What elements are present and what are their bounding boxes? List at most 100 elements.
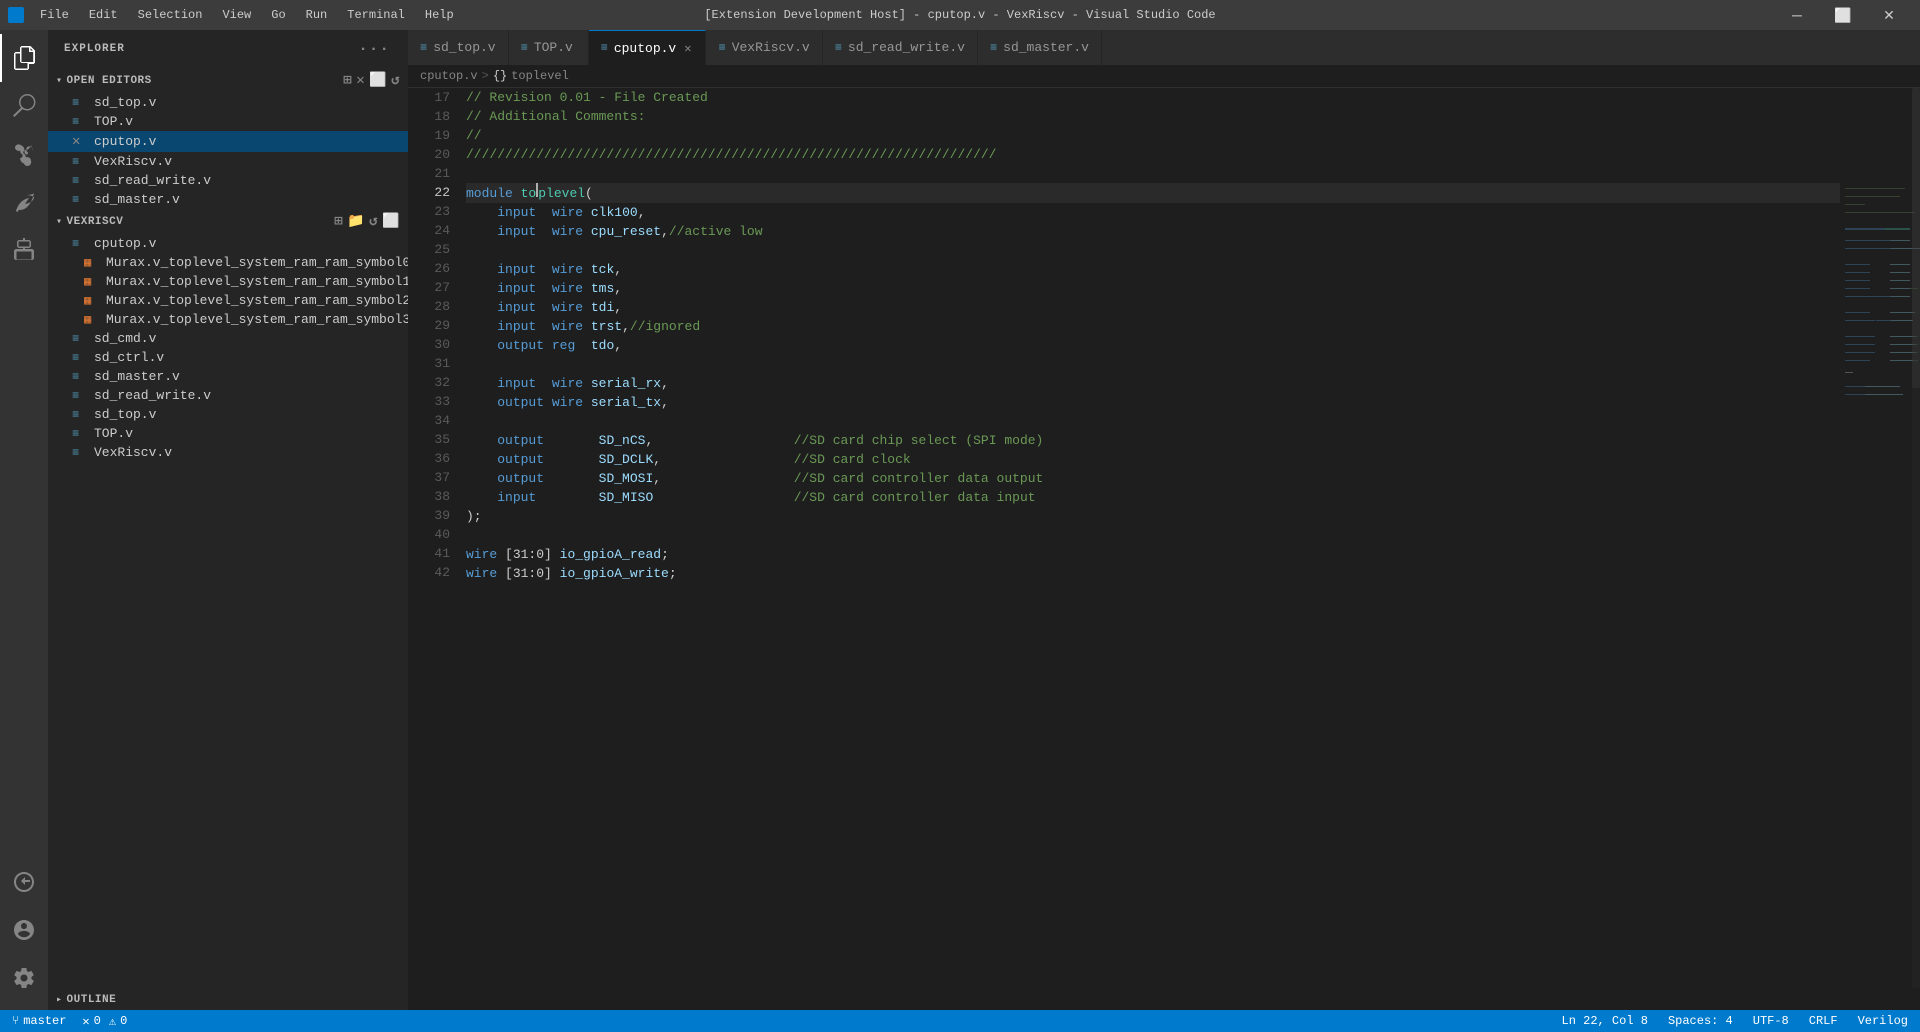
menu-edit[interactable]: Edit: [81, 6, 126, 24]
outline-header[interactable]: ▸ OUTLINE: [48, 990, 408, 1010]
breadcrumb-sep1: >: [482, 69, 489, 83]
close-all-icon[interactable]: ✕: [356, 72, 365, 89]
code-line-23: input wire clk100 ,: [466, 203, 1840, 222]
open-editor-vexriscv[interactable]: ≡ VexRiscv.v: [48, 152, 408, 171]
file-sd-read-write[interactable]: ≡ sd_read_write.v: [48, 386, 408, 405]
branch-icon: ⑂: [12, 1014, 19, 1028]
keyword-input: input: [497, 222, 536, 241]
collapse-icon[interactable]: ⬜: [369, 72, 387, 89]
file-symbol2[interactable]: ▦ Murax.v_toplevel_system_ram_ram_symbol…: [48, 291, 408, 310]
code-line-19: //: [466, 126, 1840, 145]
code-line-30: output reg tdo ,: [466, 336, 1840, 355]
new-folder-icon[interactable]: 📁: [347, 213, 365, 230]
punct: (: [585, 184, 593, 203]
keyword-wire: wire: [552, 298, 583, 317]
tab-sd-master[interactable]: ≡ sd_master.v: [978, 30, 1102, 65]
spaces: [544, 469, 599, 488]
code-content[interactable]: // Revision 0.01 - File Created // Addit…: [458, 88, 1840, 1010]
menu-terminal[interactable]: Terminal: [339, 6, 413, 24]
activity-accounts[interactable]: [0, 906, 48, 954]
tab-cputop[interactable]: ≡ cputop.v ✕: [589, 30, 707, 65]
tab-sd-read-write[interactable]: ≡ sd_read_write.v: [823, 30, 978, 65]
signal-name: tck: [591, 260, 614, 279]
open-editor-top[interactable]: ≡ TOP.v: [48, 112, 408, 131]
file-cputop[interactable]: ≡ cputop.v: [48, 234, 408, 253]
punct: ,: [622, 317, 630, 336]
file-sd-master[interactable]: ≡ sd_master.v: [48, 367, 408, 386]
collapse-folder-icon[interactable]: ⬜: [382, 213, 400, 230]
open-editor-label: sd_top.v: [94, 95, 156, 110]
menu-help[interactable]: Help: [417, 6, 462, 24]
status-line-ending[interactable]: CRLF: [1805, 1014, 1842, 1028]
tab-sd-top[interactable]: ≡ sd_top.v: [408, 30, 509, 65]
save-all-icon[interactable]: ⊞: [343, 72, 352, 89]
file-symbol1[interactable]: ▦ Murax.v_toplevel_system_ram_ram_symbol…: [48, 272, 408, 291]
menu-run[interactable]: Run: [298, 6, 336, 24]
status-position[interactable]: Ln 22, Col 8: [1558, 1014, 1652, 1028]
refresh-icon[interactable]: ↺: [391, 72, 400, 89]
status-language[interactable]: Verilog: [1854, 1014, 1912, 1028]
spaces2: [653, 431, 793, 450]
tab-close-icon[interactable]: ✕: [682, 39, 693, 58]
close-button[interactable]: ✕: [1866, 0, 1912, 30]
file-sd-ctrl[interactable]: ≡ sd_ctrl.v: [48, 348, 408, 367]
tab-top[interactable]: ≡ TOP.v: [509, 30, 589, 65]
new-file-icon[interactable]: ⊞: [334, 213, 343, 230]
status-spaces[interactable]: Spaces: 4: [1664, 1014, 1737, 1028]
status-errors[interactable]: ✕ 0 ⚠ 0: [78, 1014, 131, 1029]
activity-source-control[interactable]: [0, 130, 48, 178]
line-numbers: 17 18 19 20 21 22 23 24 25 26 27 28 29 3…: [408, 88, 458, 1010]
activity-bar-bottom: [0, 858, 48, 1010]
title-bar-menu: File Edit Selection View Go Run Terminal…: [32, 6, 462, 24]
punct: ,: [653, 469, 661, 488]
open-editor-label: sd_master.v: [94, 192, 180, 207]
sidebar-more-actions[interactable]: ···: [356, 38, 392, 60]
vexriscv-header[interactable]: ▾ VEXRISCV ⊞ 📁 ↺ ⬜: [48, 209, 408, 234]
open-editor-cputop[interactable]: ✕ cputop.v: [48, 131, 408, 152]
activity-search[interactable]: [0, 82, 48, 130]
open-editors-section: ▾ OPEN EDITORS ⊞ ✕ ⬜ ↺ ≡ sd_top.v ≡ TOP.…: [48, 68, 408, 209]
punct: ;: [661, 545, 669, 564]
file-symbol0[interactable]: ▦ Murax.v_toplevel_system_ram_ram_symbol…: [48, 253, 408, 272]
outline-section: ▸ OUTLINE: [48, 990, 408, 1010]
file-icon: ≡: [72, 237, 88, 251]
code-line-39: );: [466, 507, 1840, 526]
minimize-button[interactable]: ─: [1774, 0, 1820, 30]
file-top[interactable]: ≡ TOP.v: [48, 424, 408, 443]
open-editors-header[interactable]: ▾ OPEN EDITORS ⊞ ✕ ⬜ ↺: [48, 68, 408, 93]
file-sd-top[interactable]: ≡ sd_top.v: [48, 405, 408, 424]
file-sd-cmd[interactable]: ≡ sd_cmd.v: [48, 329, 408, 348]
signal-name: clk100: [591, 203, 638, 222]
file-vexriscv[interactable]: ≡ VexRiscv.v: [48, 443, 408, 462]
maximize-button[interactable]: ⬜: [1820, 0, 1866, 30]
status-encoding[interactable]: UTF-8: [1749, 1014, 1793, 1028]
space: [583, 260, 591, 279]
open-editor-sd-top[interactable]: ≡ sd_top.v: [48, 93, 408, 112]
tab-vexriscv[interactable]: ≡ VexRiscv.v: [706, 30, 822, 65]
close-modified-icon[interactable]: ✕: [72, 133, 88, 150]
open-editor-sd-master[interactable]: ≡ sd_master.v: [48, 190, 408, 209]
menu-go[interactable]: Go: [263, 6, 293, 24]
open-editor-sd-read-write[interactable]: ≡ sd_read_write.v: [48, 171, 408, 190]
menu-file[interactable]: File: [32, 6, 77, 24]
file-icon: ≡: [72, 446, 88, 460]
menu-view[interactable]: View: [214, 6, 259, 24]
refresh-folder-icon[interactable]: ↺: [369, 213, 378, 230]
menu-selection[interactable]: Selection: [130, 6, 211, 24]
keyword-input: input: [497, 279, 536, 298]
branch-name: master: [23, 1014, 66, 1028]
breadcrumb-item[interactable]: toplevel: [511, 69, 569, 83]
activity-remote-explorer[interactable]: [0, 858, 48, 906]
line-ending-text: CRLF: [1809, 1014, 1838, 1028]
breadcrumb-brace[interactable]: {}: [493, 69, 507, 83]
file-symbol3[interactable]: ▦ Murax.v_toplevel_system_ram_ram_symbol…: [48, 310, 408, 329]
activity-explorer[interactable]: [0, 34, 48, 82]
status-branch[interactable]: ⑂ master: [8, 1014, 70, 1028]
activity-extensions[interactable]: [0, 226, 48, 274]
breadcrumb-file[interactable]: cputop.v: [420, 69, 478, 83]
activity-run-debug[interactable]: [0, 178, 48, 226]
signal-name: SD_DCLK: [599, 450, 654, 469]
activity-settings[interactable]: [0, 954, 48, 1002]
space: [583, 374, 591, 393]
indent: [466, 336, 497, 355]
